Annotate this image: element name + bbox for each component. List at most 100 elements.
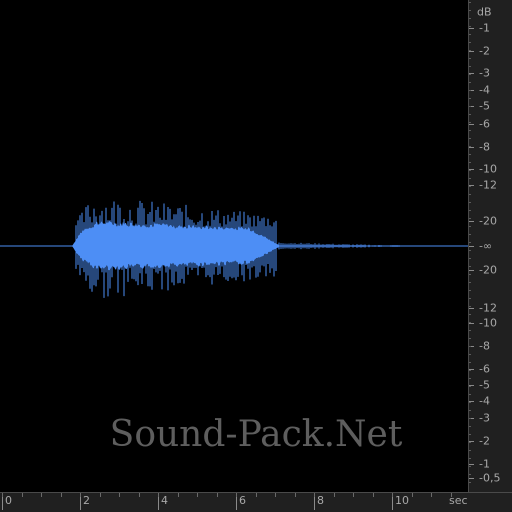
db-tick xyxy=(469,478,474,479)
db-tick-label: -5 xyxy=(479,378,490,392)
time-minor-tick xyxy=(314,493,315,497)
db-minor-tick xyxy=(469,274,471,275)
db-minor-tick xyxy=(469,10,471,11)
db-minor-tick xyxy=(469,306,471,307)
db-tick xyxy=(469,221,474,222)
db-minor-tick xyxy=(469,130,471,131)
db-minor-tick xyxy=(469,82,471,83)
time-minor-tick xyxy=(216,493,218,497)
waveform-tail xyxy=(278,242,400,250)
time-minor-tick xyxy=(275,493,276,497)
time-minor-tick xyxy=(2,493,3,497)
db-minor-tick xyxy=(469,202,471,203)
db-minor-tick xyxy=(469,402,471,403)
db-tick-label: -6 xyxy=(479,117,490,131)
time-minor-tick xyxy=(21,493,23,497)
db-tick-label: -∞ xyxy=(479,239,493,253)
db-minor-tick xyxy=(469,42,471,43)
db-minor-tick xyxy=(469,26,471,27)
db-minor-tick xyxy=(469,378,471,379)
db-minor-tick xyxy=(469,122,471,123)
db-minor-tick xyxy=(469,170,471,171)
db-tick-label: -1 xyxy=(479,457,490,471)
time-minor-tick xyxy=(60,493,62,497)
db-minor-tick xyxy=(469,314,471,315)
db-minor-tick xyxy=(469,90,471,91)
db-minor-tick xyxy=(469,234,471,235)
db-minor-tick xyxy=(469,322,471,323)
audio-editor: dB -1 -2 -3 -4 -5 -6 -8 -10 -12 -20 -∞ -20 -12 -10 -8-… xyxy=(0,0,512,512)
db-tick-label: -12 xyxy=(479,178,497,192)
db-minor-tick xyxy=(469,466,471,467)
db-tick xyxy=(469,28,474,29)
time-minor-tick xyxy=(294,493,296,497)
time-tick-label: 2 xyxy=(83,494,90,507)
db-minor-tick xyxy=(469,74,471,75)
db-tick-label: -0,5 xyxy=(479,471,501,485)
db-tick xyxy=(469,270,474,271)
time-tick-label: 8 xyxy=(317,494,324,507)
db-minor-tick xyxy=(469,362,471,363)
db-minor-tick xyxy=(469,330,471,331)
waveform-peaks xyxy=(75,200,277,298)
db-unit-label: dB xyxy=(477,5,492,19)
db-tick-label: -20 xyxy=(479,214,497,228)
db-minor-tick xyxy=(469,58,471,59)
db-minor-tick xyxy=(469,258,471,259)
time-minor-tick xyxy=(236,493,237,497)
time-minor-tick xyxy=(372,493,374,497)
time-minor-tick xyxy=(353,493,354,497)
db-minor-tick xyxy=(469,226,471,227)
time-tick-label: 0 xyxy=(5,494,12,507)
db-minor-tick xyxy=(469,250,471,251)
time-tick-label: 10 xyxy=(395,494,409,507)
db-minor-tick xyxy=(469,194,471,195)
db-minor-tick xyxy=(469,282,471,283)
db-tick xyxy=(469,124,474,125)
time-minor-tick xyxy=(41,493,42,497)
db-tick-label: -4 xyxy=(479,83,490,97)
time-minor-tick xyxy=(197,493,198,497)
db-minor-tick xyxy=(469,394,471,395)
time-unit-label: sec xyxy=(449,494,468,507)
db-minor-tick xyxy=(469,98,471,99)
db-minor-tick xyxy=(469,346,471,347)
db-tick-label: -4 xyxy=(479,394,490,408)
db-minor-tick xyxy=(469,242,471,243)
db-tick-label: -3 xyxy=(479,66,490,80)
db-minor-tick xyxy=(469,106,471,107)
time-tick-label: 4 xyxy=(161,494,168,507)
db-tick-label: -6 xyxy=(479,362,490,376)
db-minor-tick xyxy=(469,370,471,371)
db-tick-label: -10 xyxy=(479,316,497,330)
db-minor-tick xyxy=(469,50,471,51)
db-minor-tick xyxy=(469,482,471,483)
time-ruler: sec 0 2 4 6 8 10 xyxy=(0,492,512,512)
db-minor-tick xyxy=(469,186,471,187)
db-minor-tick xyxy=(469,386,471,387)
db-minor-tick xyxy=(469,266,471,267)
db-tick xyxy=(469,323,474,324)
time-minor-tick xyxy=(255,493,257,497)
time-minor-tick xyxy=(138,493,140,497)
db-tick xyxy=(469,51,474,52)
time-tick-label: 6 xyxy=(239,494,246,507)
db-minor-tick xyxy=(469,146,471,147)
time-minor-tick xyxy=(333,493,335,497)
db-minor-tick xyxy=(469,290,471,291)
db-minor-tick xyxy=(469,218,471,219)
time-minor-tick xyxy=(431,493,432,497)
watermark: Sound-Pack.Net xyxy=(109,414,403,455)
time-minor-tick xyxy=(450,493,452,497)
db-minor-tick xyxy=(469,178,471,179)
db-minor-tick xyxy=(469,18,471,19)
db-tick xyxy=(469,464,474,465)
db-tick xyxy=(469,147,474,148)
db-tick-label: -5 xyxy=(479,99,490,113)
db-minor-tick xyxy=(469,338,471,339)
time-minor-tick xyxy=(411,493,413,497)
db-minor-tick xyxy=(469,66,471,67)
db-minor-tick xyxy=(469,34,471,35)
db-tick-label: -12 xyxy=(479,301,497,315)
db-minor-tick xyxy=(469,354,471,355)
